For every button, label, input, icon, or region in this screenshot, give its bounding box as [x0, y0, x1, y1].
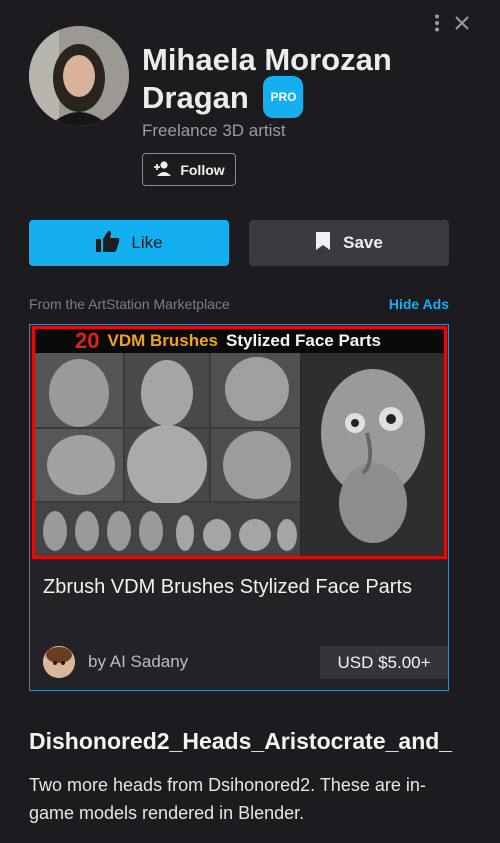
- post-title: Dishonored2_Heads_Aristocrate_and_: [29, 728, 453, 754]
- window-controls: [434, 14, 470, 37]
- ad-banner-rest: Stylized Face Parts: [226, 331, 381, 350]
- save-button[interactable]: Save: [249, 220, 449, 266]
- ad-image-banner: 20 VDM Brushes Stylized Face Parts: [35, 329, 444, 353]
- more-vertical-icon[interactable]: [434, 14, 440, 37]
- like-button[interactable]: Like: [29, 220, 229, 266]
- ad-image-artwork: [35, 353, 444, 556]
- follow-button[interactable]: Follow: [142, 153, 236, 186]
- profile-name[interactable]: Mihaela Morozan Dragan PRO: [142, 41, 442, 121]
- ad-image[interactable]: 20 VDM Brushes Stylized Face Parts: [32, 326, 447, 559]
- marketplace-label: From the ArtStation Marketplace: [29, 296, 230, 312]
- avatar[interactable]: [29, 26, 129, 126]
- close-icon[interactable]: [454, 15, 470, 36]
- add-user-icon: [153, 160, 173, 179]
- like-label: Like: [131, 233, 163, 252]
- ad-banner-number: 20: [75, 329, 100, 353]
- save-label: Save: [343, 233, 383, 252]
- follow-label: Follow: [180, 161, 225, 178]
- ad-banner-vdm: VDM Brushes: [107, 331, 219, 350]
- thumbs-up-icon: [95, 229, 121, 258]
- pro-badge: PRO: [263, 76, 304, 118]
- post-description: Two more heads from Dsihonored2. These a…: [29, 775, 426, 823]
- bookmark-icon: [315, 231, 331, 256]
- author-avatar[interactable]: [43, 646, 75, 678]
- profile-subtitle: Freelance 3D artist: [142, 121, 286, 140]
- ad-price[interactable]: USD $5.00+: [320, 646, 448, 679]
- ad-title[interactable]: Zbrush VDM Brushes Stylized Face Parts: [43, 572, 423, 602]
- hide-ads-link[interactable]: Hide Ads: [389, 296, 449, 312]
- ad-author[interactable]: by AI Sadany: [88, 652, 188, 672]
